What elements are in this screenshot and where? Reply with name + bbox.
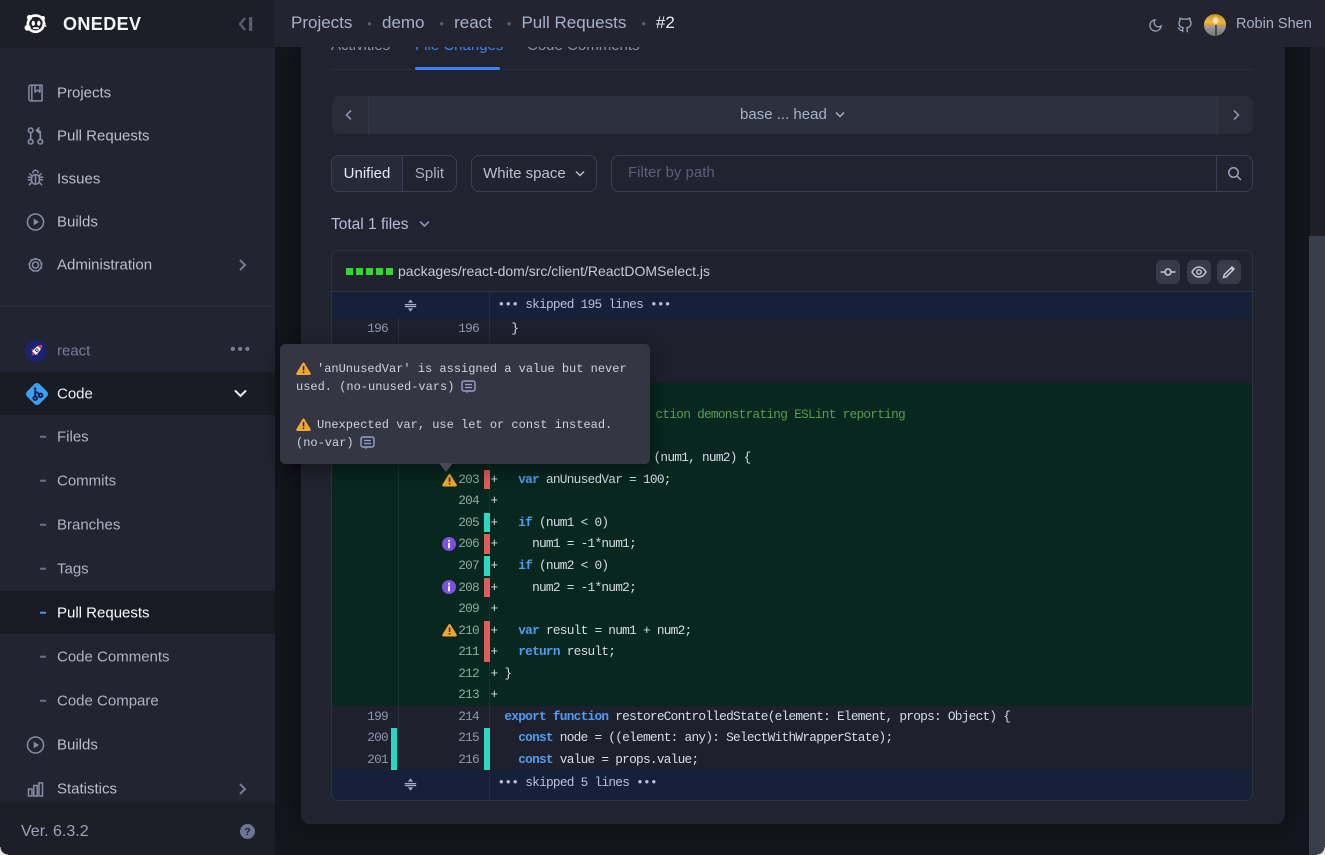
svg-text:?: ? [244,826,250,838]
